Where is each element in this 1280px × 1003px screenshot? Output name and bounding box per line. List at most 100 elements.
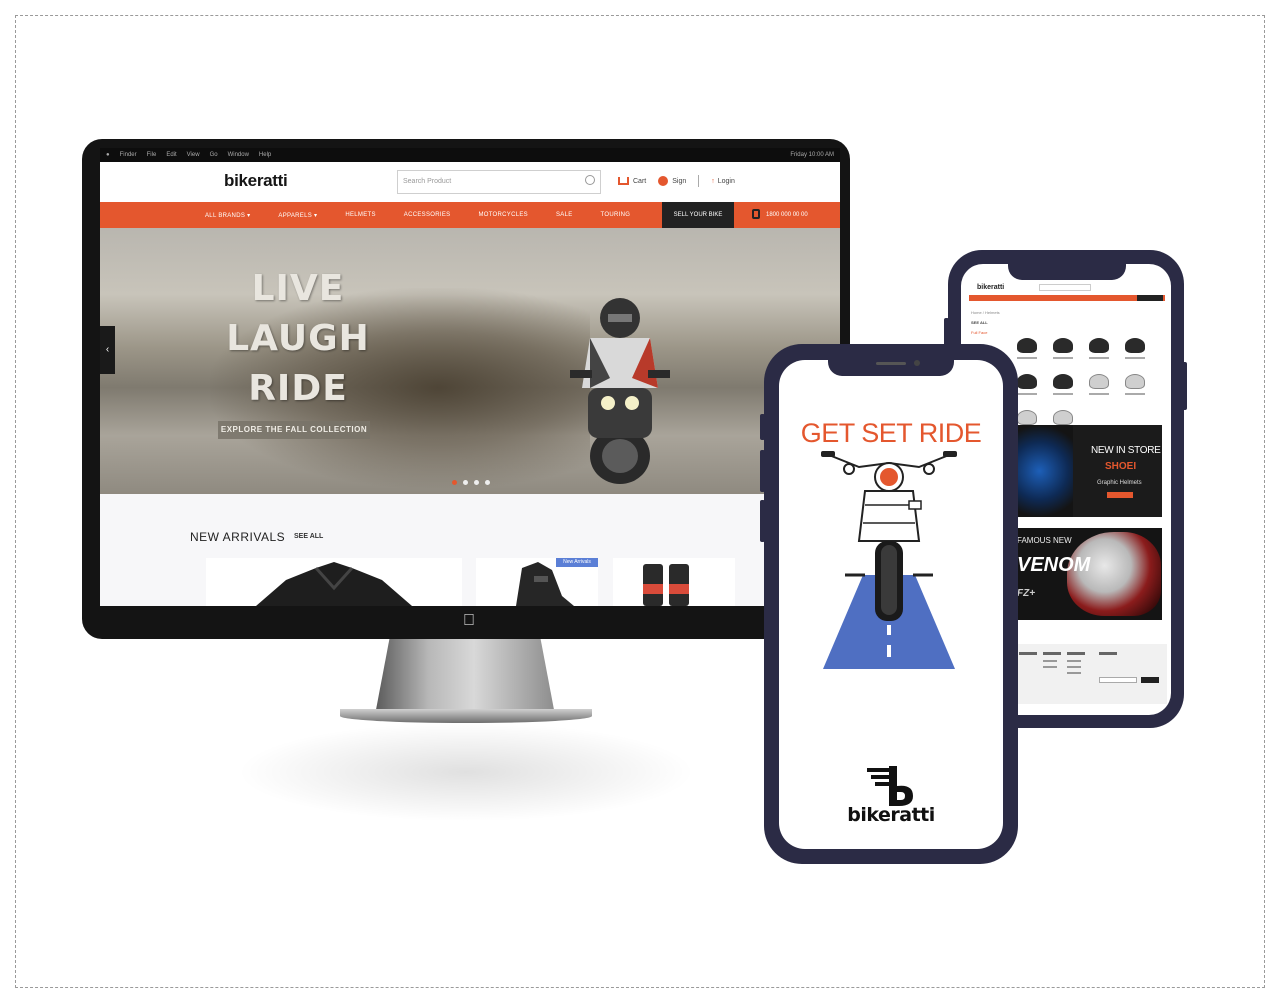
new-arrival-badge: New Arrivals — [556, 558, 598, 567]
mac-menu-item[interactable]: Finder — [120, 152, 137, 158]
footer-heading — [1019, 652, 1037, 655]
nav-item-sale[interactable]: SALE — [556, 212, 573, 219]
front-phone-camera — [914, 360, 920, 366]
desktop-screen: ● Finder File Edit View Go Window Help F… — [100, 148, 840, 606]
mobile-footer — [1017, 644, 1167, 704]
helmet-product[interactable] — [1017, 374, 1039, 400]
helmet-product[interactable] — [1125, 338, 1147, 364]
mac-menu-item[interactable]: Go — [210, 152, 218, 158]
helmet-product[interactable] — [1089, 374, 1111, 400]
footer-link[interactable] — [1067, 672, 1081, 674]
login-label: Login — [717, 177, 735, 185]
nav-item-helmets[interactable]: HELMETS — [345, 212, 375, 219]
banner-brand: VENOM — [1017, 554, 1091, 576]
mac-menu-item[interactable]: View — [187, 152, 200, 158]
hero-title-line-2: LAUGH — [226, 318, 370, 359]
footer-link[interactable] — [1067, 666, 1081, 668]
product-card-socks[interactable] — [613, 558, 735, 606]
user-link[interactable]: Sign — [658, 176, 686, 186]
see-all-link[interactable]: SEE ALL — [294, 533, 323, 540]
footer-heading — [1067, 652, 1085, 655]
hero-banner: LIVE LAUGH RIDE EXPLORE THE FALL COLLECT… — [100, 228, 840, 494]
mac-clock: Friday 10:00 AM — [790, 152, 834, 158]
monitor-stand-base — [340, 709, 592, 723]
carousel-dot[interactable] — [485, 480, 490, 485]
helmet-product[interactable] — [1053, 374, 1075, 400]
nav-item-brands[interactable]: ALL BRANDS ▾ — [205, 212, 250, 219]
apple-menu-icon[interactable]: ● — [106, 152, 110, 158]
mac-menu-item[interactable]: Edit — [166, 152, 176, 158]
banner-brand: SHOEI — [1105, 461, 1137, 472]
carousel-dot[interactable] — [452, 480, 457, 485]
socks-image — [643, 564, 689, 606]
mobile-search-input[interactable] — [1039, 284, 1091, 291]
cart-link[interactable]: Cart — [618, 177, 646, 185]
apple-logo-icon:  — [459, 612, 479, 632]
monitor-stand — [375, 639, 555, 715]
hero-title-line-3: RIDE — [248, 368, 348, 409]
phone-icon — [752, 209, 760, 220]
site-logo[interactable]: bikeratti — [224, 171, 288, 191]
carousel-dot[interactable] — [474, 480, 479, 485]
login-icon: ↑ — [711, 177, 715, 185]
back-phone-notch — [1008, 262, 1126, 280]
footer-link[interactable] — [1043, 660, 1057, 662]
newsletter-submit-button[interactable] — [1141, 677, 1159, 683]
venom-promo-banner[interactable]: FAMOUS NEW VENOM FZ+ — [1017, 528, 1162, 620]
helmet-grid — [1017, 338, 1167, 436]
carousel-dots — [452, 480, 490, 485]
mobile-site-logo[interactable]: bikeratti — [977, 284, 1004, 291]
newsletter-email-field[interactable] — [1099, 677, 1137, 683]
chevron-left-icon[interactable]: ‹ — [100, 326, 115, 374]
nav-item-accessories[interactable]: ACCESSORIES — [404, 212, 451, 219]
footer-link[interactable] — [1067, 660, 1081, 662]
helmet-product[interactable] — [1089, 338, 1111, 364]
search-input[interactable]: Search Product — [397, 170, 601, 194]
cart-icon — [618, 177, 629, 185]
nav-item-apparels[interactable]: APPARELS ▾ — [278, 212, 317, 219]
bikeratti-logo-icon — [867, 766, 913, 806]
banner-shop-button[interactable] — [1107, 492, 1133, 498]
front-phone-speaker — [876, 362, 906, 365]
mac-menu-item[interactable]: Window — [228, 152, 249, 158]
header-links: Cart Sign ↑ Login — [618, 175, 735, 187]
banner-subtitle: Graphic Helmets — [1097, 480, 1142, 486]
banner-title: NEW IN STORE — [1091, 445, 1161, 456]
mac-menu-item[interactable]: File — [147, 152, 157, 158]
banner-subtitle: FZ+ — [1017, 588, 1036, 599]
user-label: Sign — [672, 177, 687, 185]
breadcrumb[interactable]: Home / Helmets — [971, 310, 1000, 315]
shoei-promo-banner[interactable]: NEW IN STORE SHOEI Graphic Helmets — [1017, 425, 1162, 517]
mac-menu-item[interactable]: Help — [259, 152, 271, 158]
helmet-product[interactable] — [1017, 338, 1039, 364]
helmet-product[interactable] — [1125, 374, 1147, 400]
stand-shadow — [236, 722, 696, 822]
phone-contact[interactable]: 1800 000 00 00 — [752, 202, 808, 228]
site-header: bikeratti Search Product Cart Sign ↑ Logi… — [100, 162, 840, 202]
front-phone-screen: GET SET RIDE bikeratti — [779, 360, 1003, 849]
nav-item-touring[interactable]: TOURING — [601, 212, 631, 219]
footer-heading — [1043, 652, 1061, 655]
section-title: SEE ALL — [971, 320, 988, 325]
search-icon[interactable] — [585, 175, 595, 185]
login-link[interactable]: ↑ Login — [711, 178, 735, 185]
motorcycle-illustration — [821, 451, 957, 621]
product-card-jacket[interactable] — [206, 558, 462, 606]
explore-collection-button[interactable]: EXPLORE THE FALL COLLECTION — [218, 421, 370, 439]
user-icon — [658, 176, 669, 186]
front-phone-notch — [828, 358, 954, 376]
sell-bike-button[interactable]: SELL YOUR BIKE — [662, 202, 734, 228]
splash-logo-text: bikeratti — [847, 804, 935, 826]
mobile-sell-button[interactable] — [1137, 295, 1163, 301]
helmet-product[interactable] — [1053, 338, 1075, 364]
hero-title-line-1: LIVE — [251, 268, 345, 309]
header-divider — [698, 175, 700, 187]
new-arrivals-title: NEW ARRIVALS — [190, 530, 286, 544]
carousel-dot[interactable] — [463, 480, 468, 485]
jacket-image — [256, 562, 412, 606]
section-subtitle: Full Face — [971, 330, 988, 335]
hero-motorcyclist-image — [570, 298, 670, 484]
new-arrivals-section: NEW ARRIVALS SEE ALL New Arrivals — [100, 494, 840, 606]
footer-link[interactable] — [1043, 666, 1057, 668]
nav-item-motorcycles[interactable]: MOTORCYCLES — [478, 212, 528, 219]
